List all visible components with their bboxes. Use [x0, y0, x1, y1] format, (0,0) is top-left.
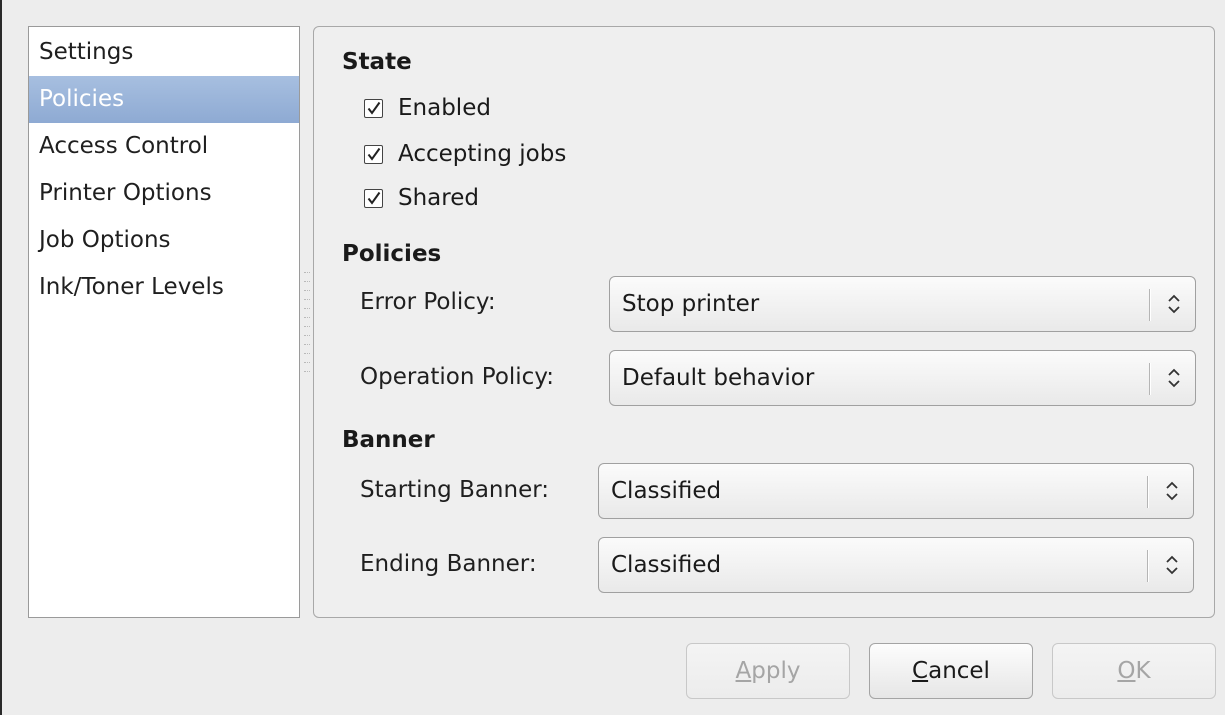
cancel-label-rest: ancel [928, 658, 990, 684]
sidebar-item-job-options[interactable]: Job Options [29, 217, 299, 264]
sidebar-item-policies[interactable]: Policies [29, 76, 299, 123]
up-down-arrows-icon [1166, 481, 1178, 501]
up-down-arrows-icon [1166, 555, 1178, 575]
checkmark-icon [367, 147, 381, 161]
policies-panel: State Enabled Accepting jobs Shared Poli… [313, 26, 1215, 618]
ok-label-rest: K [1135, 658, 1151, 684]
cancel-mnemonic: C [912, 658, 929, 684]
apply-label-rest: pply [751, 658, 801, 684]
checkmark-icon [367, 191, 381, 205]
accepting-jobs-label: Accepting jobs [398, 141, 567, 167]
state-section-title: State [342, 49, 412, 75]
error-policy-label: Error Policy: [360, 289, 496, 315]
apply-mnemonic: A [735, 658, 752, 684]
ok-mnemonic: O [1117, 658, 1136, 684]
ending-banner-combo[interactable]: Classified [598, 537, 1194, 593]
starting-banner-value: Classified [611, 478, 722, 504]
enabled-row[interactable]: Enabled [364, 95, 491, 121]
ok-button[interactable]: OK [1052, 643, 1216, 699]
printer-properties-window: Settings Policies Access Control Printer… [0, 0, 1225, 715]
shared-checkbox[interactable] [364, 188, 383, 208]
enabled-checkbox[interactable] [364, 98, 383, 118]
sidebar-item-access-control[interactable]: Access Control [29, 123, 299, 170]
cancel-button[interactable]: Cancel [869, 643, 1033, 699]
up-down-arrows-icon [1168, 368, 1180, 388]
checkmark-icon [367, 101, 381, 115]
sidebar-item-printer-options[interactable]: Printer Options [29, 170, 299, 217]
accepting-jobs-checkbox[interactable] [364, 144, 383, 164]
apply-button[interactable]: Apply [686, 643, 850, 699]
banner-section-title: Banner [342, 427, 435, 453]
sidebar-item-ink-toner-levels[interactable]: Ink/Toner Levels [29, 264, 299, 311]
ending-banner-value: Classified [611, 552, 722, 578]
operation-policy-combo[interactable]: Default behavior [609, 350, 1196, 406]
sidebar-list: Settings Policies Access Control Printer… [28, 26, 300, 618]
shared-row[interactable]: Shared [364, 185, 479, 211]
enabled-label: Enabled [398, 95, 491, 121]
policies-section-title: Policies [342, 241, 442, 267]
starting-banner-combo[interactable]: Classified [598, 463, 1194, 519]
accepting-jobs-row[interactable]: Accepting jobs [364, 141, 566, 167]
shared-label: Shared [398, 185, 479, 211]
sidebar-item-settings[interactable]: Settings [29, 29, 299, 76]
error-policy-combo[interactable]: Stop printer [609, 276, 1196, 332]
operation-policy-label: Operation Policy: [360, 364, 555, 390]
up-down-arrows-icon [1168, 294, 1180, 314]
pane-resize-handle[interactable] [301, 272, 313, 372]
starting-banner-label: Starting Banner: [360, 477, 550, 503]
error-policy-value: Stop printer [622, 291, 760, 317]
operation-policy-value: Default behavior [622, 365, 815, 391]
ending-banner-label: Ending Banner: [360, 551, 537, 577]
